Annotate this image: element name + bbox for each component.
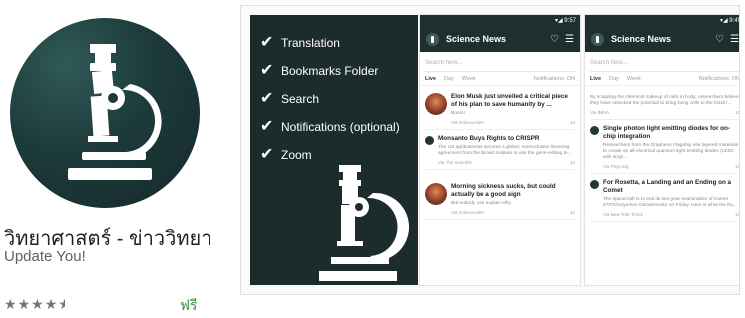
notifications-toggle[interactable]: Notifications: ON: [699, 76, 739, 82]
microscope-icon: [319, 165, 410, 281]
article-source: Via BBVA: [590, 110, 610, 115]
list-item[interactable]: By sculpting the chemical makeup of cell…: [590, 88, 740, 120]
source-icon: [590, 180, 599, 189]
star-icon: ★: [44, 296, 59, 312]
list-item[interactable]: Monsanto Buys Rights to CRISPR The US ag…: [425, 130, 575, 170]
notifications-toggle[interactable]: Notifications: ON: [534, 76, 575, 82]
feature-item: ✔ Translation: [260, 29, 400, 57]
tab-live[interactable]: Live: [590, 76, 601, 82]
article-snippet: Researchers from the Graphene Flagship u…: [603, 143, 739, 160]
developer-name[interactable]: Update You!: [4, 248, 86, 265]
tab-day[interactable]: Day: [444, 76, 454, 82]
tab-bar: Live Day Week Notifications: ON: [585, 72, 739, 86]
phone-screenshot: ▾◢ 9:57 Science News ♡ ☰ Search here... …: [420, 15, 580, 285]
star-icon: ★: [17, 296, 32, 312]
half-star-icon: ★: [58, 296, 65, 313]
list-item[interactable]: Elon Musk just unveiled a critical piece…: [425, 88, 575, 130]
article-headline: Morning sickness sucks, but could actual…: [451, 183, 556, 198]
tab-week[interactable]: Week: [627, 76, 641, 82]
feature-panel: ✔ Translation ✔ Bookmarks Folder ✔ Search ✔…: [250, 15, 418, 285]
article-source: Via The Scientist: [438, 160, 472, 165]
article-count: 24: [569, 120, 575, 125]
article-snippet: The spacecraft is to end its two-year ex…: [603, 197, 738, 208]
article-count: 12: [569, 160, 575, 165]
microscope-icon: [68, 44, 162, 180]
article-snippet: By sculpting the chemical makeup of cell…: [590, 95, 740, 106]
check-icon: ✔: [260, 90, 274, 107]
article-source: Via Phys.org: [603, 164, 629, 169]
tab-day[interactable]: Day: [609, 76, 619, 82]
feature-item: ✔ Notifications (optional): [260, 113, 400, 141]
tab-week[interactable]: Week: [462, 76, 476, 82]
article-source: Via ScienceAlert: [451, 120, 484, 125]
feature-label: Notifications (optional): [281, 120, 400, 134]
article-headline: Elon Musk just unveiled a critical piece…: [451, 93, 568, 108]
article-count: 12: [569, 210, 575, 215]
article-headline: Single photon light emitting diodes for …: [603, 125, 730, 140]
check-icon: ✔: [260, 62, 274, 79]
check-icon: ✔: [260, 34, 274, 51]
star-rating: ★★★★★: [4, 296, 65, 313]
article-snippet: Boom!: [451, 111, 465, 116]
source-icon: [590, 126, 599, 135]
app-bar-title: Science News: [446, 34, 507, 44]
app-icon[interactable]: [10, 18, 200, 208]
article-headline: For Rosetta, a Landing and an Ending on …: [603, 179, 732, 194]
article-thumbnail: [425, 93, 447, 115]
article-snippet: But nobody can explain why.: [451, 201, 512, 206]
check-icon: ✔: [260, 118, 274, 135]
app-logo-icon: [426, 32, 439, 46]
feature-item: ✔ Search: [260, 85, 400, 113]
app-logo-icon: [591, 32, 604, 46]
status-bar: ▾◢ 9:57: [420, 15, 580, 26]
feature-label: Search: [281, 92, 320, 106]
list-item[interactable]: Morning sickness sucks, but could actual…: [425, 178, 575, 220]
status-bar: ▾◢ 9:49: [585, 15, 739, 26]
heart-icon[interactable]: ♡: [715, 34, 724, 45]
news-feed: Elon Musk just unveiled a critical piece…: [420, 86, 580, 220]
star-icon: ★: [4, 296, 18, 312]
article-count: 19: [734, 110, 740, 115]
article-count: 15: [734, 164, 740, 169]
source-icon: [425, 136, 434, 145]
article-snippet: The US agribusiness secures a global, no…: [438, 145, 572, 156]
article-source: Via New York Times: [603, 212, 643, 217]
article-count: 18: [734, 212, 740, 217]
list-item[interactable]: For Rosetta, a Landing and an Ending on …: [590, 174, 740, 222]
tab-bar: Live Day Week Notifications: ON: [420, 72, 580, 86]
feature-label: Translation: [281, 36, 340, 50]
feature-label: Bookmarks Folder: [281, 64, 379, 78]
star-icon: ★: [31, 296, 45, 312]
article-source: Via ScienceAlert: [451, 210, 484, 215]
search-input[interactable]: Search here...: [425, 56, 575, 72]
tab-live[interactable]: Live: [425, 76, 436, 82]
app-bar: Science News ♡ ☰: [585, 26, 739, 52]
article-thumbnail: [425, 183, 447, 205]
news-feed: By sculpting the chemical makeup of cell…: [585, 86, 740, 222]
feature-item: ✔ Bookmarks Folder: [260, 57, 400, 85]
article-headline: Monsanto Buys Rights to CRISPR: [438, 135, 540, 142]
app-bar: Science News ♡ ☰: [420, 26, 580, 52]
promo-banner[interactable]: ✔ Translation ✔ Bookmarks Folder ✔ Search ✔…: [240, 5, 740, 295]
heart-icon[interactable]: ♡: [550, 34, 559, 45]
app-bar-title: Science News: [611, 34, 672, 44]
check-icon: ✔: [260, 146, 274, 163]
phone-screenshot: ▾◢ 9:49 Science News ♡ ☰ Search here... …: [585, 15, 740, 285]
list-item[interactable]: Single photon light emitting diodes for …: [590, 120, 740, 174]
search-input[interactable]: Search here...: [590, 56, 739, 72]
price-label: ฟรี: [180, 298, 198, 314]
feature-list: ✔ Translation ✔ Bookmarks Folder ✔ Search ✔…: [260, 29, 400, 169]
menu-icon[interactable]: ☰: [730, 34, 739, 45]
menu-icon[interactable]: ☰: [565, 34, 574, 45]
